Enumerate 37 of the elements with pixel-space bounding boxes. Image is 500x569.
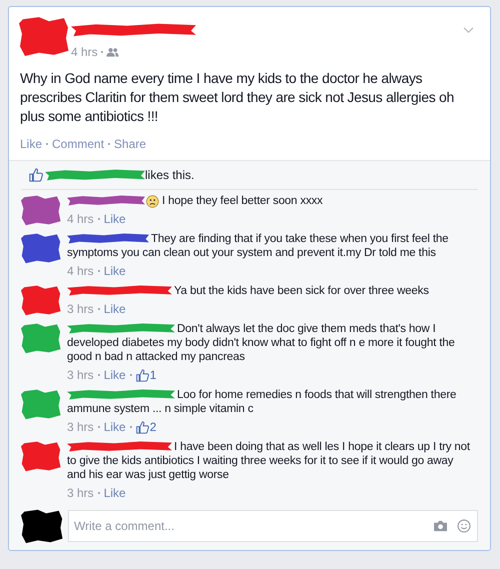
comment-time[interactable]: 4 hrs [67, 210, 94, 228]
comment-time[interactable]: 4 hrs [67, 262, 94, 280]
sad-face-icon [146, 194, 159, 208]
post-text: Why in God name every time I have my kids to the doctor he always prescribes Claritin for them sweet lord they are sick not Jesus allergies oh plus some antibiotics !!! [19, 69, 455, 126]
comment-time[interactable]: 3 hrs [67, 366, 94, 384]
post-time[interactable]: 4 hrs [71, 43, 98, 61]
likes-text: likes this. [145, 167, 194, 184]
camera-icon [433, 520, 448, 532]
people-icon [106, 47, 119, 57]
comment-text: I have been doing that as well les I hope it clears up I try not to give the kids antibiotics I waiting three weeks for it to see if it would go away and his ear was just gettig worse [67, 440, 471, 482]
thumbs-up-icon [136, 420, 149, 434]
action-link[interactable]: Comment [52, 135, 104, 153]
like-link[interactable]: Like [104, 418, 126, 436]
comment-time[interactable]: 3 hrs [67, 484, 94, 502]
like-link[interactable]: Like [104, 300, 126, 318]
like-link[interactable]: Like [104, 366, 126, 384]
comment-text: I hope they feel better soon xxxx [162, 194, 324, 208]
emoji-icon [457, 519, 471, 533]
like-count: 2 [150, 419, 156, 436]
comment-field[interactable]: Write a comment... [68, 510, 478, 542]
comment-text: Don't always let the doc give them meds that's how I developed diabetes my body didn't know what to fight off n e more it fought the good n bad n attacked my pancreas [67, 322, 456, 364]
like-link[interactable]: Like [104, 210, 126, 228]
like-link[interactable]: Like [104, 484, 126, 502]
action-link[interactable]: Like [20, 135, 42, 153]
comment-text: Loo for home remedies n foods that will strengthen there ammune system ... n simple vitamin c [67, 388, 458, 416]
thumbs-up-icon [29, 168, 43, 182]
action-link[interactable]: Share [114, 135, 146, 153]
comment-time[interactable]: 3 hrs [67, 300, 94, 318]
chevron-icon [463, 27, 474, 34]
redaction-mark [19, 15, 69, 57]
comment-text: They are finding that if you take these when you first feel the symptoms you can clean out your system and prevent it.my Dr told me this [67, 232, 450, 260]
comment-time[interactable]: 3 hrs [67, 418, 94, 436]
redaction-mark [21, 508, 63, 544]
comment-text: Ya but the kids have been sick for over three weeks [173, 284, 430, 298]
like-count: 1 [150, 367, 156, 384]
thumbs-up-icon [136, 368, 149, 382]
like-link[interactable]: Like [104, 262, 126, 280]
